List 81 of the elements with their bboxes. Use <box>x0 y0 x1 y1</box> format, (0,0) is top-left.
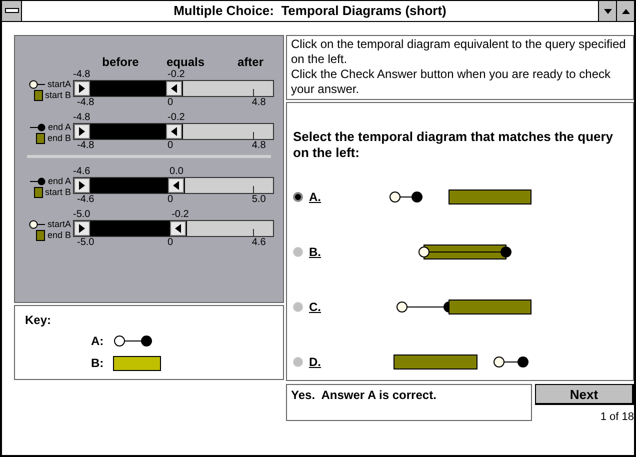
slider-label: end B <box>47 132 71 145</box>
axis-label: -4.6 <box>77 194 94 205</box>
slider-label: startA <box>47 218 71 231</box>
right-arrow-icon <box>79 127 85 136</box>
bar-icon <box>36 133 46 144</box>
radio-button[interactable] <box>293 302 303 312</box>
slider-label: startA <box>47 78 71 91</box>
up-arrow-icon <box>622 8 630 14</box>
value-label: -4.8 <box>73 69 90 80</box>
axis-label: 5.0 <box>252 194 266 205</box>
option-label[interactable]: C. <box>309 298 389 316</box>
slider-handle[interactable] <box>168 178 184 193</box>
radio-button[interactable] <box>293 246 303 256</box>
axis-label: 4.8 <box>252 97 266 108</box>
bar-icon <box>113 356 161 370</box>
value-label: -0.2 <box>172 209 189 220</box>
slider-handle[interactable] <box>74 178 90 193</box>
interval-end-icon <box>30 177 46 186</box>
interval-start-icon <box>29 80 46 89</box>
key-label: A: <box>91 333 105 350</box>
instruction-text: Click on the temporal diagram equivalent to the query specified on the left. <box>291 37 627 67</box>
slider-label: end B <box>47 228 71 242</box>
column-header: equals <box>165 54 206 69</box>
right-arrow-icon <box>79 181 85 190</box>
slider-handle[interactable] <box>74 81 90 96</box>
feedback-text: Yes. Answer A is correct. <box>286 384 532 421</box>
key-title: Key: <box>25 312 52 329</box>
progress-text: 1 of 18 <box>600 410 634 425</box>
column-header: after <box>236 54 264 69</box>
option-label[interactable]: D. <box>309 352 389 370</box>
option-label[interactable]: A. <box>309 188 389 206</box>
axis-label: 0 <box>167 237 174 248</box>
menu-icon <box>4 8 18 14</box>
column-header: before <box>101 54 140 69</box>
axis-label: 4.8 <box>252 140 266 151</box>
key-label: B: <box>91 355 105 372</box>
slider-label: start B <box>44 186 71 199</box>
left-arrow-icon <box>175 224 182 233</box>
system-menu-button[interactable] <box>2 1 22 21</box>
left-arrow-icon <box>171 84 178 93</box>
slider-label: start B <box>44 88 71 102</box>
value-label: -0.2 <box>168 69 185 80</box>
bar-icon <box>34 187 43 198</box>
radio-button[interactable] <box>293 192 303 202</box>
option-label[interactable]: B. <box>309 242 389 260</box>
instruction-text: Click the Check Answer button when you are ready to check your answer. <box>291 67 612 97</box>
right-arrow-icon <box>79 224 85 233</box>
interval-icon <box>113 334 153 348</box>
bar-icon <box>34 90 43 101</box>
interval-end-icon <box>30 123 46 132</box>
value-label: -4.6 <box>73 166 90 177</box>
axis-label: 0 <box>167 97 174 108</box>
axis-label: 0 <box>167 194 174 205</box>
axis-label: 4.6 <box>252 237 266 248</box>
radio-button[interactable] <box>293 356 303 366</box>
next-button[interactable]: Next <box>535 384 634 405</box>
interval-start-icon <box>29 220 46 229</box>
axis-label: 0 <box>167 140 174 151</box>
right-arrow-icon <box>79 84 85 93</box>
slider-handle[interactable] <box>166 81 182 96</box>
axis-label: -4.8 <box>77 140 94 151</box>
slider-handle[interactable] <box>170 221 186 236</box>
slider-label: end A <box>48 120 71 134</box>
left-arrow-icon <box>171 127 178 136</box>
slider-handle[interactable] <box>166 124 182 139</box>
maximize-button[interactable] <box>616 1 634 21</box>
left-arrow-icon <box>173 181 180 190</box>
slider-handle[interactable] <box>74 124 90 139</box>
value-label: -5.0 <box>73 209 90 220</box>
slider-handle[interactable] <box>74 221 90 236</box>
bar-icon <box>36 230 46 241</box>
slider-label: end A <box>48 174 71 188</box>
minimize-button[interactable] <box>598 1 616 21</box>
axis-label: -5.0 <box>77 237 94 248</box>
window-title: Multiple Choice: Temporal Diagrams (short) <box>172 2 448 20</box>
question-prompt: Select the temporal diagram that matches the query on the left: <box>293 129 614 161</box>
value-label: 0.0 <box>170 166 184 177</box>
down-arrow-icon <box>604 8 612 14</box>
value-label: -0.2 <box>168 112 185 123</box>
axis-label: -4.8 <box>77 97 94 108</box>
value-label: -4.8 <box>73 112 90 123</box>
